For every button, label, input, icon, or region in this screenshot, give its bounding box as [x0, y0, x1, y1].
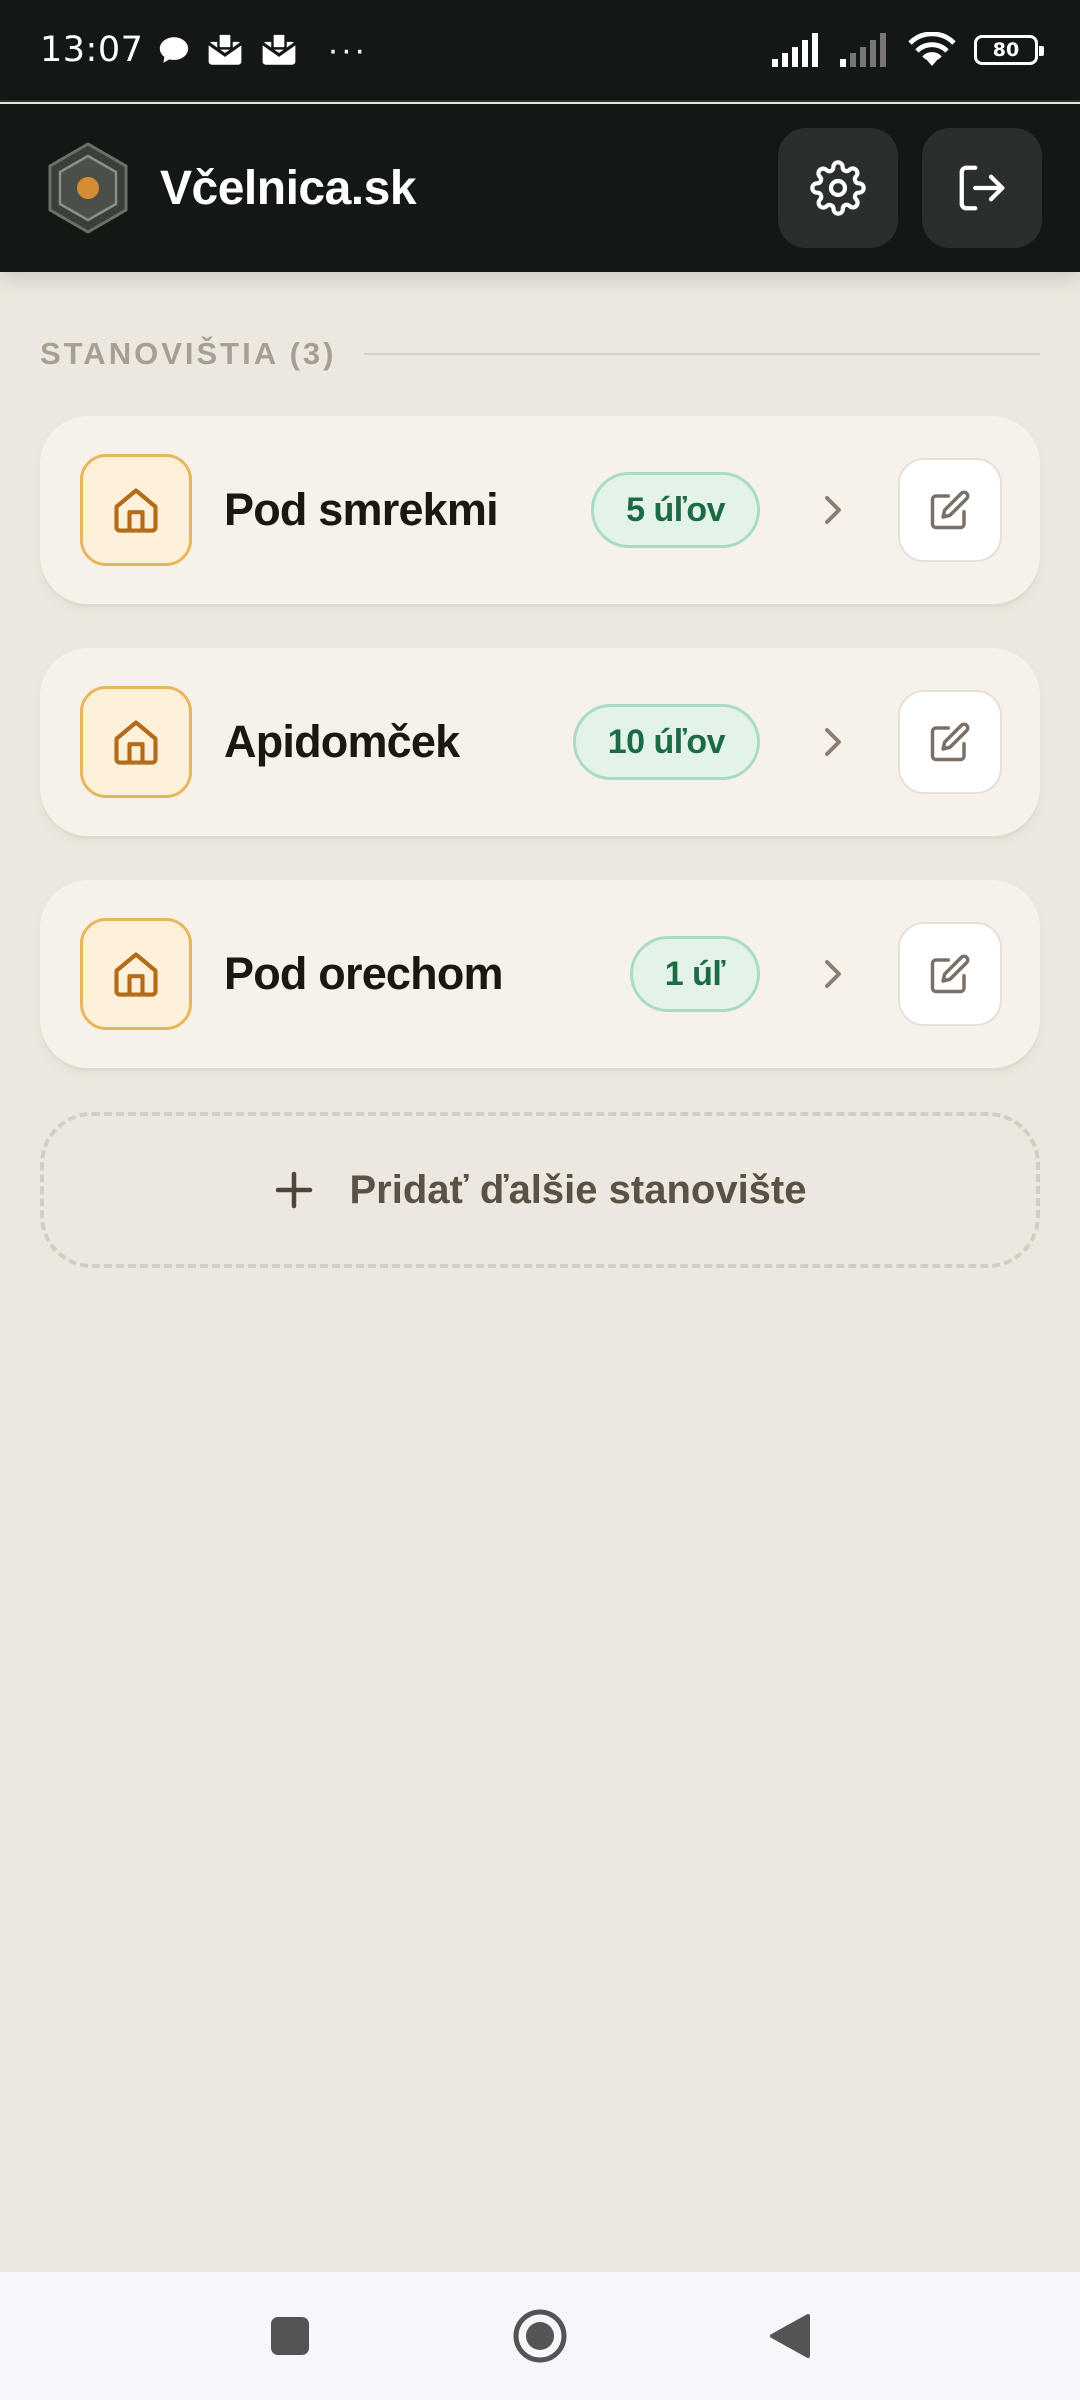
battery-icon: 80	[974, 35, 1044, 65]
edit-icon	[930, 954, 970, 994]
more-notifications-icon: ···	[327, 30, 368, 69]
chevron-right-icon[interactable]	[818, 954, 848, 994]
edit-apiary-button[interactable]	[898, 458, 1002, 562]
gear-icon	[810, 160, 866, 216]
apiary-icon-box	[80, 454, 192, 566]
apiary-icon-box	[80, 686, 192, 798]
settings-button[interactable]	[778, 128, 898, 248]
triangle-back-icon	[770, 2314, 810, 2358]
status-left: 13:07 ···	[40, 30, 367, 70]
chevron-right-icon[interactable]	[818, 490, 848, 530]
status-right: 80	[772, 32, 1044, 68]
apiary-name: Pod orechom	[224, 948, 504, 999]
edit-apiary-button[interactable]	[898, 922, 1002, 1026]
chevron-right-icon[interactable]	[818, 722, 848, 762]
hive-count-badge: 5 úľov	[591, 472, 760, 548]
home-icon	[114, 952, 158, 997]
apiary-name: Pod smrekmi	[224, 484, 499, 535]
home-icon	[114, 720, 158, 765]
battery-level: 80	[992, 39, 1020, 61]
app-header: Včelnica.sk	[0, 104, 1080, 272]
chat-bubble-icon	[160, 37, 189, 63]
circle-home-icon	[513, 2309, 567, 2363]
mail-icon	[262, 32, 297, 65]
edit-icon	[930, 490, 970, 530]
app-title: Včelnica.sk	[160, 161, 417, 215]
signal-icon	[772, 33, 818, 67]
add-apiary-label: Pridať ďalšie stanovište	[349, 1167, 807, 1212]
plus-icon	[274, 1170, 314, 1210]
hive-count-badge: 10 úľov	[572, 704, 760, 780]
status-time: 13:07	[40, 30, 144, 70]
recents-button[interactable]	[165, 2315, 415, 2357]
section-title: STANOVIŠTIA (3)	[40, 336, 337, 371]
edit-apiary-button[interactable]	[898, 690, 1002, 794]
apiary-name: Apidomček	[224, 716, 460, 767]
wifi-icon	[908, 32, 956, 66]
apiary-card[interactable]: Pod smrekmi 5 úľov	[40, 416, 1040, 604]
apiary-card[interactable]: Pod orechom 1 úľ	[40, 880, 1040, 1068]
section-header: STANOVIŠTIA (3)	[40, 334, 1040, 374]
add-apiary-button[interactable]: Pridať ďalšie stanovište	[40, 1112, 1040, 1268]
status-bar: 13:07 ··· 80	[0, 0, 1080, 102]
hive-count-badge: 1 úľ	[629, 936, 760, 1012]
apiary-card[interactable]: Apidomček 10 úľov	[40, 648, 1040, 836]
edit-icon	[930, 722, 970, 762]
logout-icon	[959, 165, 1005, 211]
signal-icon	[840, 33, 886, 67]
home-icon	[114, 488, 158, 533]
logout-button[interactable]	[922, 128, 1042, 248]
apiary-icon-box	[80, 918, 192, 1030]
back-button[interactable]	[665, 2312, 915, 2360]
home-nav-button[interactable]	[415, 2307, 665, 2365]
section-divider	[364, 353, 1040, 355]
mail-icon	[208, 32, 243, 65]
hexagon-logo-icon[interactable]	[46, 142, 130, 234]
square-recents-icon	[271, 2317, 309, 2355]
system-nav-bar	[0, 2272, 1080, 2400]
